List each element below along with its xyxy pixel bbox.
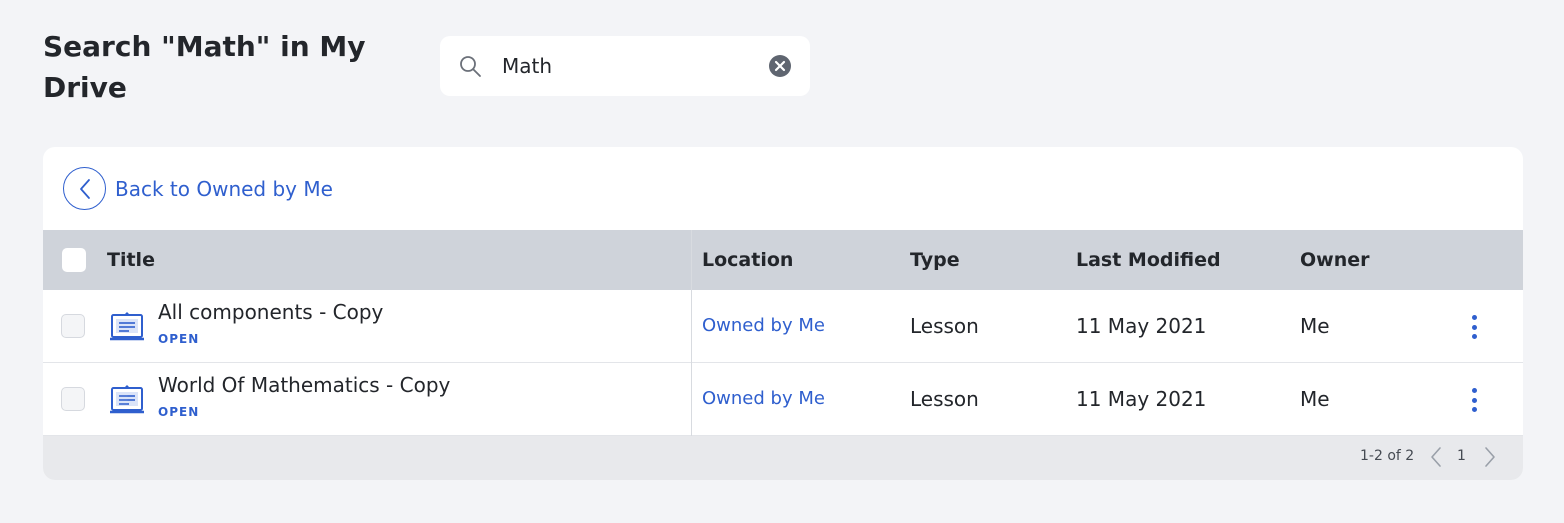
back-link[interactable]: Back to Owned by Me [63, 167, 333, 210]
pagination-bar: 1-2 of 2 1 [43, 436, 1523, 480]
table-row[interactable]: World Of Mathematics - Copy OPEN Owned b… [43, 363, 1523, 436]
table-header: Title Location Type Last Modified Owner [43, 230, 1523, 290]
clear-circle-icon [774, 60, 786, 72]
more-options-icon[interactable] [1463, 313, 1485, 341]
open-link[interactable]: OPEN [158, 405, 199, 419]
search-icon [460, 56, 481, 77]
row-last-modified: 11 May 2021 [1076, 387, 1207, 411]
select-all-checkbox[interactable] [62, 248, 86, 272]
search-results-page: Search "Math" in My Drive Back to Owned … [0, 0, 1564, 523]
row-owner: Me [1300, 387, 1330, 411]
current-page: 1 [1457, 448, 1466, 464]
lesson-icon [110, 385, 144, 414]
back-button[interactable] [63, 167, 106, 210]
chevron-left-icon [79, 178, 90, 199]
row-type: Lesson [910, 387, 979, 411]
row-type: Lesson [910, 314, 979, 338]
row-checkbox[interactable] [61, 314, 85, 338]
column-divider [691, 230, 692, 436]
search-box[interactable] [440, 36, 810, 96]
results-card: Back to Owned by Me Title Location Type … [43, 147, 1523, 480]
clear-search-button[interactable] [769, 55, 791, 77]
column-location[interactable]: Location [702, 230, 793, 290]
row-location-link[interactable]: Owned by Me [702, 315, 825, 336]
table-row[interactable]: All components - Copy OPEN Owned by Me L… [43, 290, 1523, 363]
row-title[interactable]: All components - Copy [158, 300, 383, 324]
row-checkbox[interactable] [61, 387, 85, 411]
column-type[interactable]: Type [910, 230, 960, 290]
page-title: Search "Math" in My Drive [43, 30, 366, 104]
open-link[interactable]: OPEN [158, 332, 199, 346]
search-input[interactable] [502, 50, 762, 82]
next-page-icon[interactable] [1483, 446, 1497, 468]
column-owner[interactable]: Owner [1300, 230, 1370, 290]
row-last-modified: 11 May 2021 [1076, 314, 1207, 338]
lesson-icon [110, 312, 144, 341]
back-link-label[interactable]: Back to Owned by Me [115, 177, 333, 201]
pagination-range: 1-2 of 2 [1360, 448, 1415, 464]
row-location-link[interactable]: Owned by Me [702, 388, 825, 409]
row-title[interactable]: World Of Mathematics - Copy [158, 373, 450, 397]
row-owner: Me [1300, 314, 1330, 338]
previous-page-icon[interactable] [1429, 446, 1443, 468]
column-last-modified[interactable]: Last Modified [1076, 230, 1221, 290]
column-title[interactable]: Title [107, 230, 155, 290]
more-options-icon[interactable] [1463, 386, 1485, 414]
